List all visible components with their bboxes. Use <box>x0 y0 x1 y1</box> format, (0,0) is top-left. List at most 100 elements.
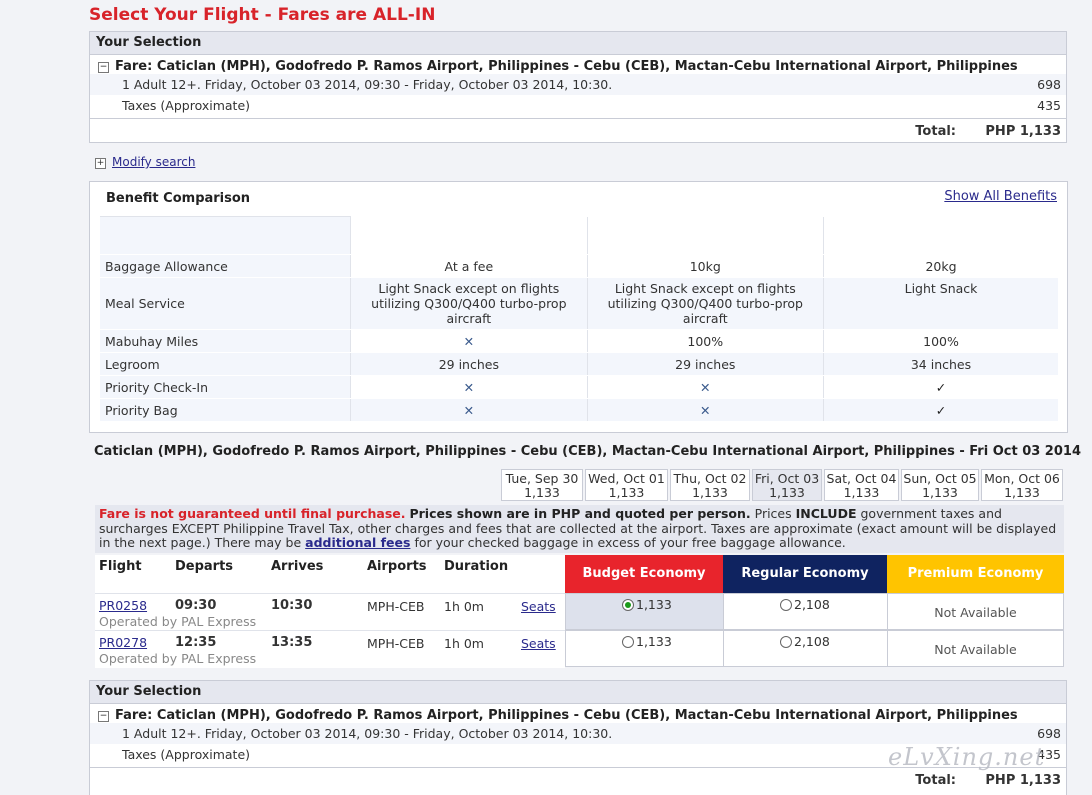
taxes-row: Taxes (Approximate) 435 <box>90 95 1066 116</box>
regular-fare-option[interactable]: 2,108 <box>780 597 830 612</box>
operator-text: Operated by PAL Express <box>99 651 257 666</box>
route-title: Caticlan (MPH), Godofredo P. Ramos Airpo… <box>94 444 1081 459</box>
benefit-row: Meal Service Light Snack except on fligh… <box>100 277 1058 330</box>
col-departs: Departs <box>175 559 234 574</box>
budget-fare-cell: 1,133 <box>565 630 724 667</box>
radio-selected-icon[interactable] <box>622 598 634 611</box>
taxes-label: Taxes (Approximate) <box>122 98 251 113</box>
benefit-row: Legroom 29 inches 29 inches 34 inches <box>100 352 1058 376</box>
fare-detail-row: 1 Adult 12+. Friday, October 03 2014, 09… <box>90 74 1066 95</box>
benefit-label: Meal Service <box>100 277 351 330</box>
benefit-value: At a fee <box>350 254 588 278</box>
x-icon: ✕ <box>350 375 588 399</box>
date-tab[interactable]: Thu, Oct 02 1,133 <box>670 469 750 501</box>
show-all-benefits-link[interactable]: Show All Benefits <box>944 189 1057 204</box>
regular-fare-option[interactable]: 2,108 <box>780 634 830 649</box>
date-tab-date: Sat, Oct 04 <box>826 471 897 486</box>
premium-economy-header: Premium Economy <box>823 216 1058 255</box>
taxes-amount: 435 <box>1037 98 1061 113</box>
date-tab[interactable]: Sat, Oct 04 1,133 <box>824 469 899 501</box>
x-icon: ✕ <box>350 398 588 422</box>
page-title: Select Your Flight - Fares are ALL-IN <box>89 5 436 25</box>
col-duration: Duration <box>444 559 509 574</box>
budget-fare-option[interactable]: 1,133 <box>622 634 672 649</box>
flight-row: PR0258 Operated by PAL Express 09:30 10:… <box>95 593 565 631</box>
date-tab[interactable]: Mon, Oct 06 1,133 <box>981 469 1063 501</box>
benefit-row: Priority Check-In ✕ ✕ ✓ <box>100 375 1058 399</box>
airports-code: MPH-CEB <box>367 599 425 614</box>
fare-price: 1,133 <box>636 597 672 612</box>
budget-fare-option[interactable]: 1,133 <box>622 597 672 612</box>
regular-fare-cell: 2,108 <box>723 630 888 667</box>
total-row: Total: PHP 1,133 <box>90 767 1066 794</box>
fare-detail: 1 Adult 12+. Friday, October 03 2014, 09… <box>122 726 613 741</box>
date-tab-date: Tue, Sep 30 <box>505 471 579 486</box>
benefit-label: Priority Bag <box>100 398 351 422</box>
benefit-value: Light Snack <box>823 277 1058 330</box>
collapse-icon[interactable]: − <box>98 711 109 722</box>
notice-text-3: for your checked baggage in excess of yo… <box>414 535 846 550</box>
departure-time: 09:30 <box>175 598 217 613</box>
benefit-label: Mabuhay Miles <box>100 329 351 353</box>
x-icon: ✕ <box>350 329 588 353</box>
total-row: Total: PHP 1,133 <box>90 118 1066 145</box>
benefit-comparison-title: Benefit Comparison <box>106 191 251 206</box>
notice-text-1: Prices <box>754 506 792 521</box>
taxes-label: Taxes (Approximate) <box>122 747 251 762</box>
notice-include: INCLUDE <box>795 506 857 521</box>
benefit-value: 34 inches <box>823 352 1058 376</box>
benefit-row: Priority Bag ✕ ✕ ✓ <box>100 398 1058 422</box>
flight-duration: 1h 0m <box>444 636 484 651</box>
benefit-value: 29 inches <box>350 352 588 376</box>
benefit-value: Light Snack except on flights utilizing … <box>586 277 824 330</box>
date-tab-selected[interactable]: Fri, Oct 03 1,133 <box>752 469 822 501</box>
arrival-time: 10:30 <box>271 598 313 613</box>
date-selector: Tue, Sep 30 1,133 Wed, Oct 01 1,133 Thu, O… <box>501 469 1063 501</box>
radio-icon[interactable] <box>780 598 792 611</box>
airports-code: MPH-CEB <box>367 636 425 651</box>
flight-number-link[interactable]: PR0258 <box>99 598 147 613</box>
date-tab-price: 1,133 <box>922 485 958 500</box>
benefit-value: 100% <box>586 329 824 353</box>
benefit-row: Baggage Allowance At a fee 10kg 20kg <box>100 254 1058 278</box>
benefit-label: Legroom <box>100 352 351 376</box>
additional-fees-link[interactable]: additional fees <box>305 535 410 550</box>
radio-icon[interactable] <box>780 635 792 648</box>
date-tab[interactable]: Wed, Oct 01 1,133 <box>585 469 668 501</box>
fare-route-text: Fare: Caticlan (MPH), Godofredo P. Ramos… <box>115 59 1018 74</box>
price-currency-note: Prices shown are in PHP and quoted per p… <box>409 506 751 521</box>
fare-price: 2,108 <box>794 597 830 612</box>
x-icon: ✕ <box>586 398 824 422</box>
flight-duration: 1h 0m <box>444 599 484 614</box>
total-amount: PHP 1,133 <box>985 773 1061 788</box>
your-selection-header: Your Selection <box>90 32 1066 55</box>
flight-number-link[interactable]: PR0278 <box>99 635 147 650</box>
your-selection-header: Your Selection <box>90 681 1066 704</box>
check-icon: ✓ <box>823 375 1058 399</box>
date-tab[interactable]: Sun, Oct 05 1,133 <box>901 469 979 501</box>
date-tab-date: Wed, Oct 01 <box>588 471 665 486</box>
fare-warning: Fare is not guaranteed until final purch… <box>99 506 406 521</box>
total-amount: PHP 1,133 <box>985 124 1061 139</box>
date-tab-price: 1,133 <box>692 485 728 500</box>
col-arrives: Arrives <box>271 559 324 574</box>
seats-link[interactable]: Seats <box>521 636 556 651</box>
date-tab[interactable]: Tue, Sep 30 1,133 <box>501 469 583 501</box>
benefit-table: Budget Economy Regular Economy Premium E… <box>100 216 1058 422</box>
premium-economy-col-header: Premium Economy <box>887 555 1064 593</box>
collapse-icon[interactable]: − <box>98 62 109 73</box>
total-label: Total: <box>915 124 956 139</box>
modify-search-link[interactable]: Modify search <box>112 155 195 169</box>
fare-price: 1,133 <box>636 634 672 649</box>
date-tab-date: Mon, Oct 06 <box>984 471 1060 486</box>
date-tab-price: 1,133 <box>1004 485 1040 500</box>
fare-detail-amount: 698 <box>1037 77 1061 92</box>
your-selection-panel-bottom: Your Selection − Fare: Caticlan (MPH), Go… <box>89 680 1067 795</box>
departure-time: 12:35 <box>175 635 217 650</box>
date-tab-price: 1,133 <box>608 485 645 500</box>
date-tab-price: 1,133 <box>769 485 805 500</box>
radio-icon[interactable] <box>622 635 634 648</box>
seats-link[interactable]: Seats <box>521 599 556 614</box>
expand-icon[interactable]: + <box>95 158 106 169</box>
check-icon: ✓ <box>823 398 1058 422</box>
